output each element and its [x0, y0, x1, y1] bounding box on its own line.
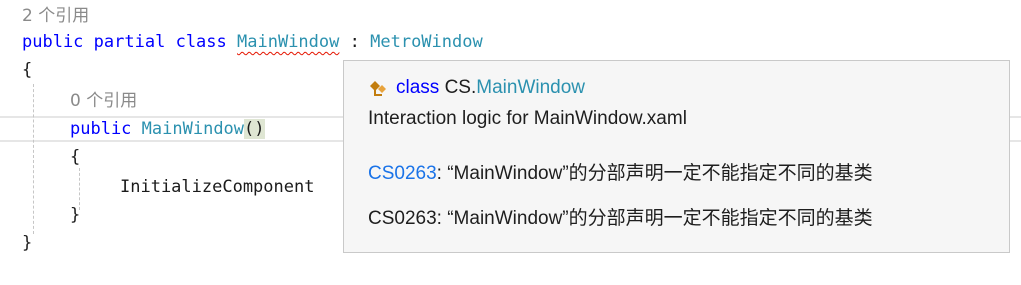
keyword-public: public	[22, 32, 84, 52]
class-declaration-line[interactable]: public partial class MainWindow : MetroW…	[22, 30, 483, 54]
ctor-keyword-public: public	[70, 119, 132, 139]
error-code-link[interactable]: CS0263	[368, 163, 437, 184]
constructor-declaration-line[interactable]: public MainWindow()	[70, 117, 265, 141]
class-icon	[368, 78, 390, 98]
tooltip-error-1: CS0263: “MainWindow”的分部声明一定不能指定不同的基类	[368, 161, 873, 187]
tooltip-type-name: MainWindow	[476, 77, 586, 98]
quick-info-tooltip: class CS.MainWindow Interaction logic fo…	[343, 60, 1010, 253]
keyword-class: class	[175, 32, 227, 52]
keyword-partial: partial	[93, 32, 166, 52]
error-1-message: : “MainWindow”的分部声明一定不能指定不同的基类	[436, 163, 873, 184]
class-open-brace: {	[22, 60, 33, 80]
tooltip-kind-keyword: class	[396, 77, 440, 98]
colon: :	[349, 32, 360, 52]
ctor-close-brace: }	[70, 205, 81, 225]
class-close-brace: }	[22, 233, 33, 253]
class-name-error[interactable]: MainWindow	[237, 32, 339, 52]
codelens-ctor-references[interactable]: 0 个引用	[70, 89, 137, 113]
tooltip-signature: class CS.MainWindow	[368, 75, 585, 101]
ctor-name[interactable]: MainWindow	[142, 119, 244, 139]
tooltip-summary: Interaction logic for MainWindow.xaml	[368, 108, 687, 129]
base-class-name[interactable]: MetroWindow	[370, 32, 483, 52]
method-call-line[interactable]: InitializeComponent	[120, 175, 314, 199]
tooltip-error-2: CS0263: “MainWindow”的分部声明一定不能指定不同的基类	[368, 208, 873, 229]
ctor-open-brace: {	[70, 147, 81, 167]
tooltip-namespace: CS.	[444, 77, 477, 98]
indent-guide	[33, 84, 34, 234]
codelens-class-references[interactable]: 2 个引用	[22, 4, 89, 28]
ctor-parens: ()	[244, 119, 265, 139]
